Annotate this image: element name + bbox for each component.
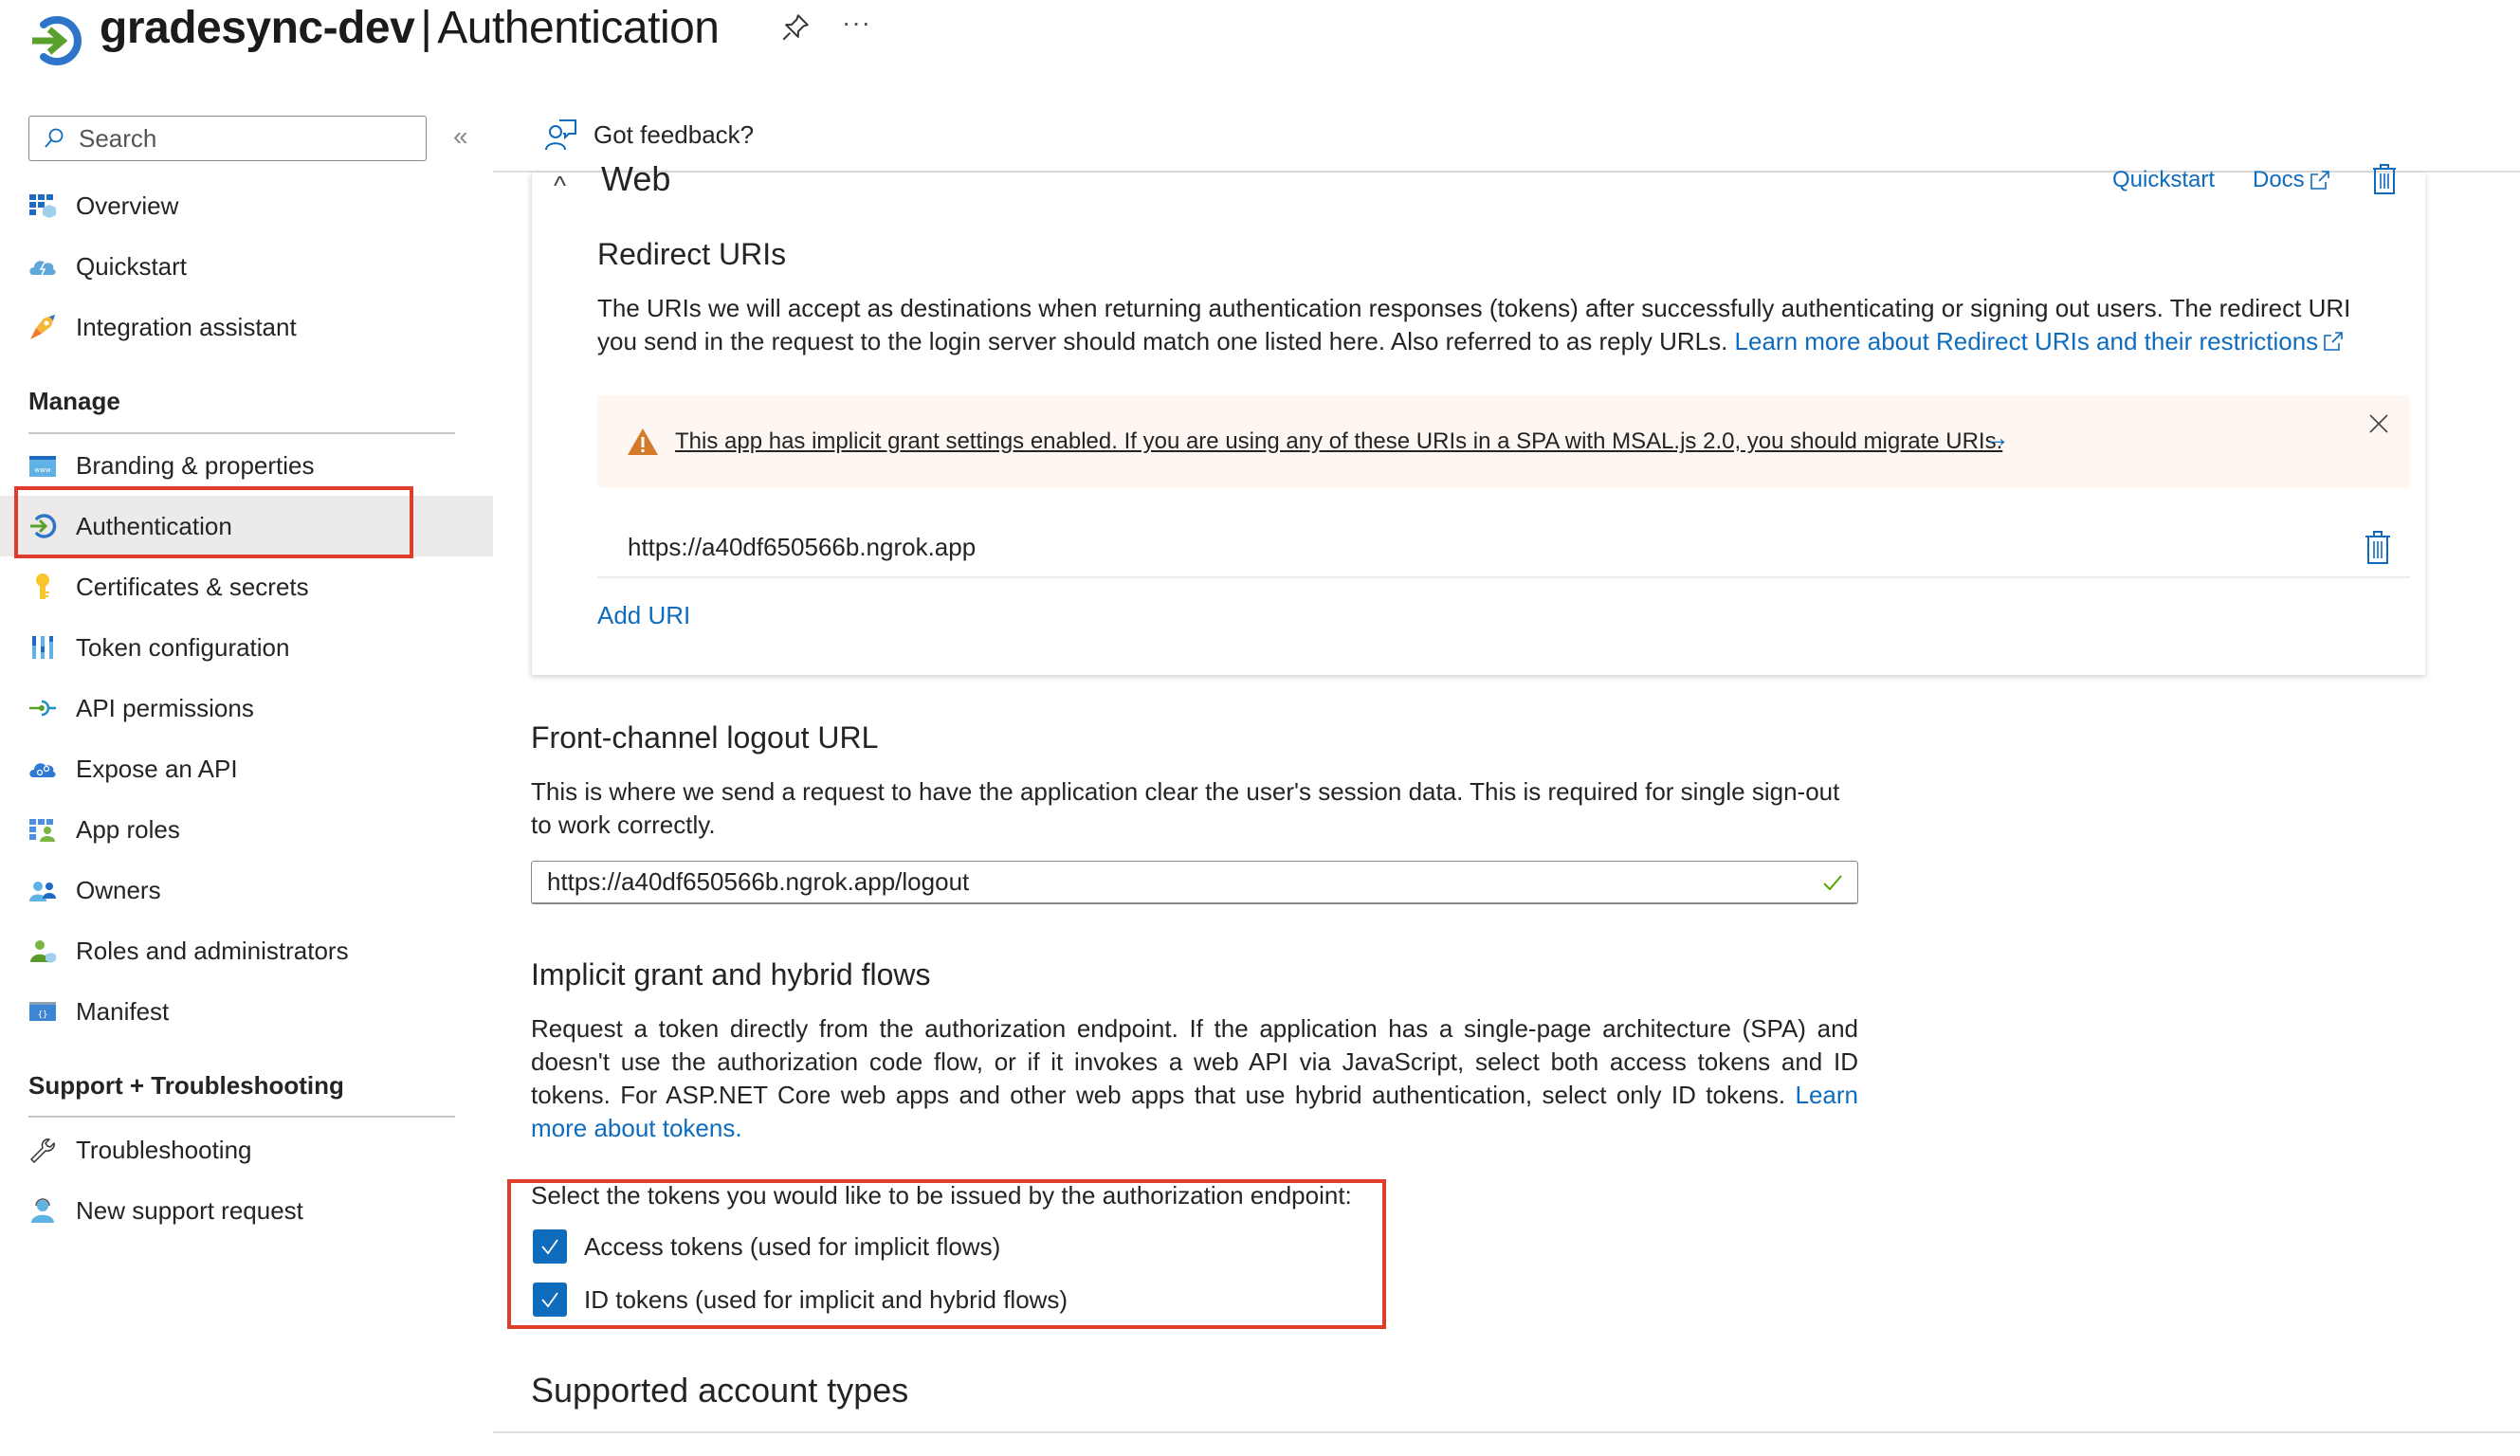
sidebar-item-label: Quickstart xyxy=(76,251,188,281)
close-icon[interactable] xyxy=(2366,411,2391,436)
app-roles-icon xyxy=(28,815,57,844)
uri-row-divider xyxy=(597,576,2410,578)
app-authentication-logo-icon xyxy=(32,16,82,65)
quickstart-link[interactable]: Quickstart xyxy=(2112,167,2215,193)
sidebar-item-label: App roles xyxy=(76,814,180,844)
feedback-button[interactable]: Got feedback? xyxy=(544,118,754,152)
overview-grid-icon xyxy=(28,191,57,220)
highlight-box-authentication xyxy=(14,486,413,558)
sidebar-item-expose-an-api[interactable]: Expose an API xyxy=(0,738,493,799)
sidebar-item-label: API permissions xyxy=(76,693,254,722)
collapse-sidebar-button[interactable]: « xyxy=(453,121,468,152)
manifest-icon: {} xyxy=(28,997,57,1026)
sidebar-item-label: Branding & properties xyxy=(76,450,315,480)
arrow-right-icon[interactable]: → xyxy=(1983,423,2010,453)
page-title: gradesync-dev | Authentication xyxy=(100,0,720,57)
feedback-icon xyxy=(545,119,576,151)
add-uri-link[interactable]: Add URI xyxy=(597,601,690,630)
svg-text:{}: {} xyxy=(38,1010,48,1020)
external-link-icon xyxy=(2310,171,2329,190)
wrench-icon xyxy=(28,1136,57,1164)
sidebar-item-label: New support request xyxy=(76,1195,303,1225)
front-channel-logout-heading: Front-channel logout URL xyxy=(531,720,879,755)
supported-account-types-heading: Supported account types xyxy=(531,1371,909,1410)
sidebar-section-manage: Manage xyxy=(28,387,120,415)
docs-link-label: Docs xyxy=(2253,167,2305,192)
support-agent-icon xyxy=(28,1196,57,1225)
rocket-icon xyxy=(28,313,57,341)
implicit-desc-text: Request a token directly from the author… xyxy=(531,1014,1858,1109)
redirect-link-text: Learn more about Redirect URIs and their… xyxy=(1734,327,2319,355)
redirect-uri-value[interactable]: https://a40df650566b.ngrok.app xyxy=(628,533,976,562)
collapse-web-chevron-icon[interactable]: ^ xyxy=(554,171,566,201)
sidebar-item-label: Overview xyxy=(76,191,179,220)
web-platform-title: Web xyxy=(601,159,671,198)
sidebar-item-label: Integration assistant xyxy=(76,312,297,341)
sidebar-item-quickstart[interactable]: Quickstart xyxy=(0,236,493,297)
sidebar-item-overview[interactable]: Overview xyxy=(0,175,493,236)
token-bars-icon xyxy=(28,633,57,662)
sidebar-item-new-support-request[interactable]: New support request xyxy=(0,1180,493,1241)
delete-platform-trash-icon[interactable] xyxy=(2370,163,2399,195)
warning-icon xyxy=(628,428,658,455)
search-icon xyxy=(45,128,64,148)
section-divider xyxy=(493,1431,2520,1433)
front-channel-logout-description: This is where we send a request to have … xyxy=(531,777,1840,839)
sidebar-item-owners[interactable]: Owners xyxy=(0,860,493,920)
sidebar-item-token-configuration[interactable]: Token configuration xyxy=(0,617,493,678)
delete-uri-trash-icon[interactable] xyxy=(2363,529,2393,565)
implicit-grant-heading: Implicit grant and hybrid flows xyxy=(531,957,931,992)
redirect-uris-description: The URIs we will accept as destinations … xyxy=(597,292,2380,358)
sidebar-item-label: Owners xyxy=(76,875,161,904)
sidebar-item-label: Manifest xyxy=(76,996,170,1026)
search-input[interactable] xyxy=(79,123,401,154)
key-icon xyxy=(28,573,57,601)
sidebar-item-label: Troubleshooting xyxy=(76,1135,252,1164)
blade-name: Authentication xyxy=(437,3,720,53)
front-channel-logout-field[interactable] xyxy=(531,861,1858,904)
more-options-button[interactable]: ··· xyxy=(842,8,871,38)
sidebar-item-app-roles[interactable]: App roles xyxy=(0,799,493,860)
sidebar-item-roles-administrators[interactable]: Roles and administrators xyxy=(0,920,493,981)
highlight-box-token-selection xyxy=(507,1179,1386,1329)
cloud-gear-icon xyxy=(28,755,57,783)
search-box[interactable] xyxy=(28,116,427,161)
sidebar-item-certificates-secrets[interactable]: Certificates & secrets xyxy=(0,556,493,617)
roles-admin-icon xyxy=(28,937,57,965)
docs-link[interactable]: Docs xyxy=(2253,167,2331,193)
sidebar-divider xyxy=(28,432,455,434)
sidebar-item-label: Expose an API xyxy=(76,754,238,783)
feedback-label: Got feedback? xyxy=(593,119,755,149)
www-window-icon: www xyxy=(28,451,57,480)
migrate-uris-link[interactable]: This app has implicit grant settings ena… xyxy=(675,428,2002,455)
sidebar-item-label: Token configuration xyxy=(76,632,290,662)
sidebar-item-troubleshooting[interactable]: Troubleshooting xyxy=(0,1119,493,1180)
sidebar-item-integration-assistant[interactable]: Integration assistant xyxy=(0,297,493,357)
quickstart-cloud-icon xyxy=(28,252,57,281)
app-name: gradesync-dev xyxy=(100,3,415,53)
api-permissions-icon xyxy=(28,694,57,722)
redirect-uris-heading: Redirect URIs xyxy=(597,237,787,271)
title-separator: | xyxy=(420,3,432,53)
sidebar-item-label: Certificates & secrets xyxy=(76,572,309,601)
pin-icon[interactable] xyxy=(779,11,812,44)
sidebar-item-manifest[interactable]: {} Manifest xyxy=(0,981,493,1042)
sidebar-section-support: Support + Troubleshooting xyxy=(28,1071,344,1100)
svg-text:www: www xyxy=(34,466,50,474)
implicit-grant-description: Request a token directly from the author… xyxy=(531,1012,1858,1145)
external-link-icon xyxy=(2324,332,2343,351)
owners-icon xyxy=(28,876,57,904)
sidebar-item-label: Roles and administrators xyxy=(76,936,349,965)
logout-url-input[interactable] xyxy=(547,867,1821,897)
valid-checkmark-icon xyxy=(1823,874,1842,890)
redirect-uris-learn-more-link[interactable]: Learn more about Redirect URIs and their… xyxy=(1735,327,2346,355)
sidebar-divider xyxy=(28,1116,455,1118)
sidebar-item-api-permissions[interactable]: API permissions xyxy=(0,678,493,738)
